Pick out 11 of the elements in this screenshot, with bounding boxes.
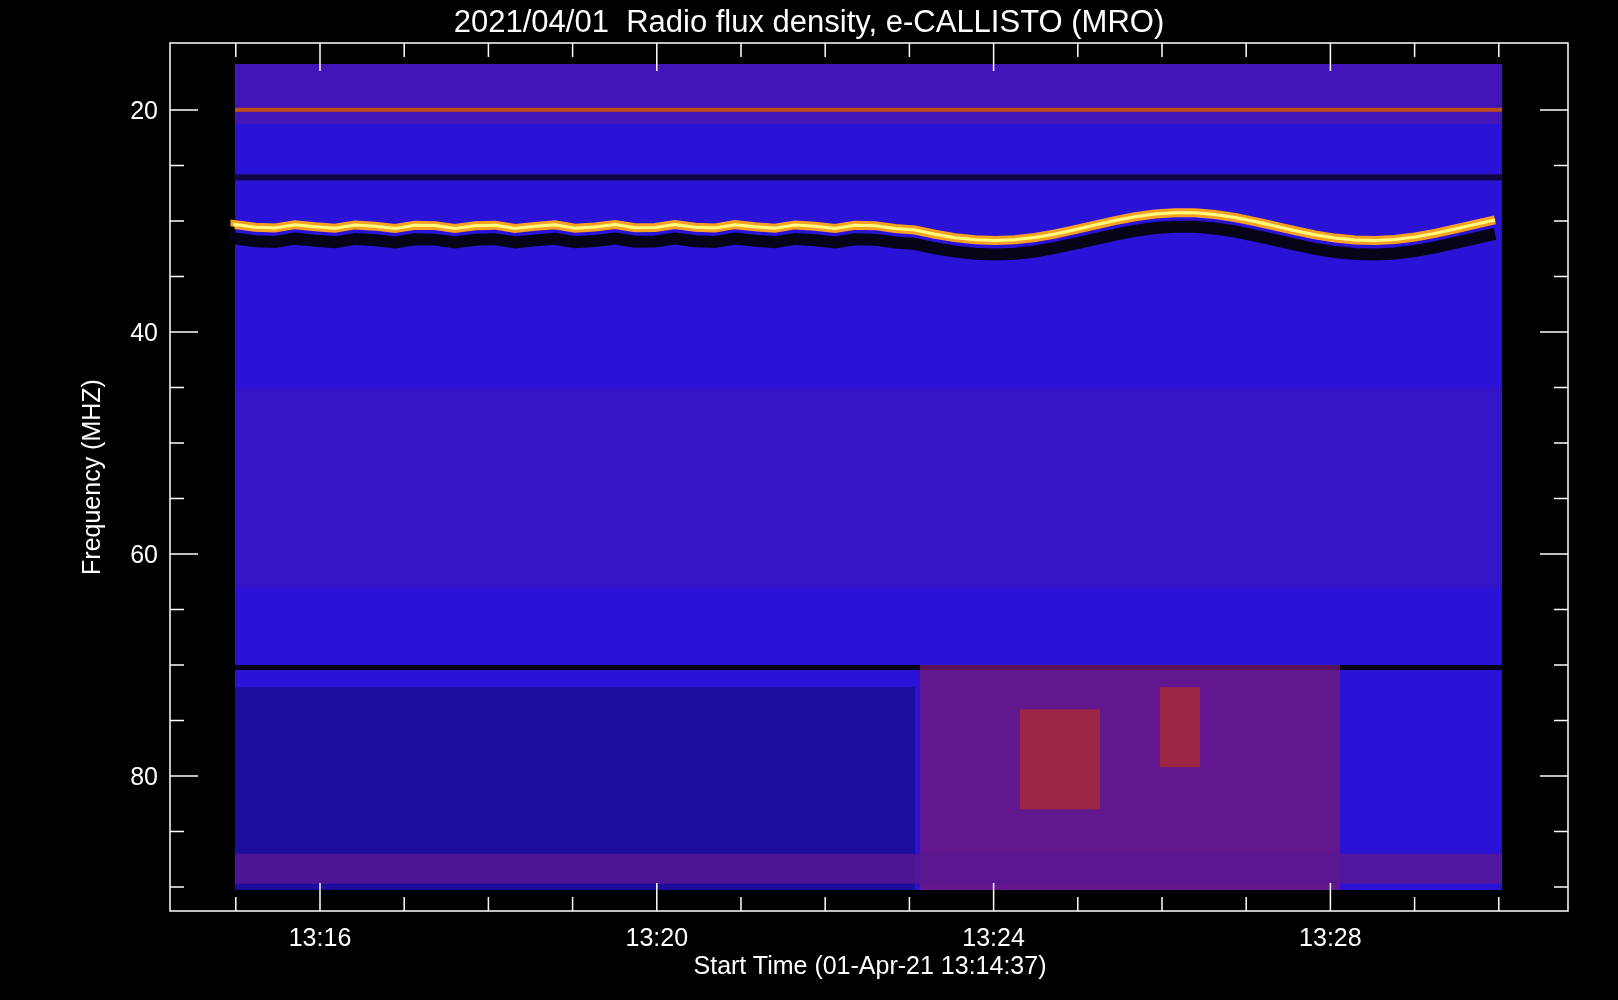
x-axis-label: Start Time (01-Apr-21 13:14:37) [693, 951, 1047, 979]
x-tick-label: 13:28 [1299, 923, 1362, 951]
y-tick-label: 80 [130, 762, 158, 790]
y-tick-label: 60 [130, 540, 158, 568]
y-tick-label: 40 [130, 318, 158, 346]
x-tick-label: 13:24 [962, 923, 1025, 951]
chart-title: 2021/04/01 Radio flux density, e-CALLISTO (MRO) [453, 4, 1165, 39]
y-tick-label: 20 [130, 96, 158, 124]
x-tick-label: 13:20 [625, 923, 689, 951]
y-axis-label: Frequency (MHZ) [77, 379, 105, 575]
x-tick-label: 13:16 [288, 923, 352, 951]
